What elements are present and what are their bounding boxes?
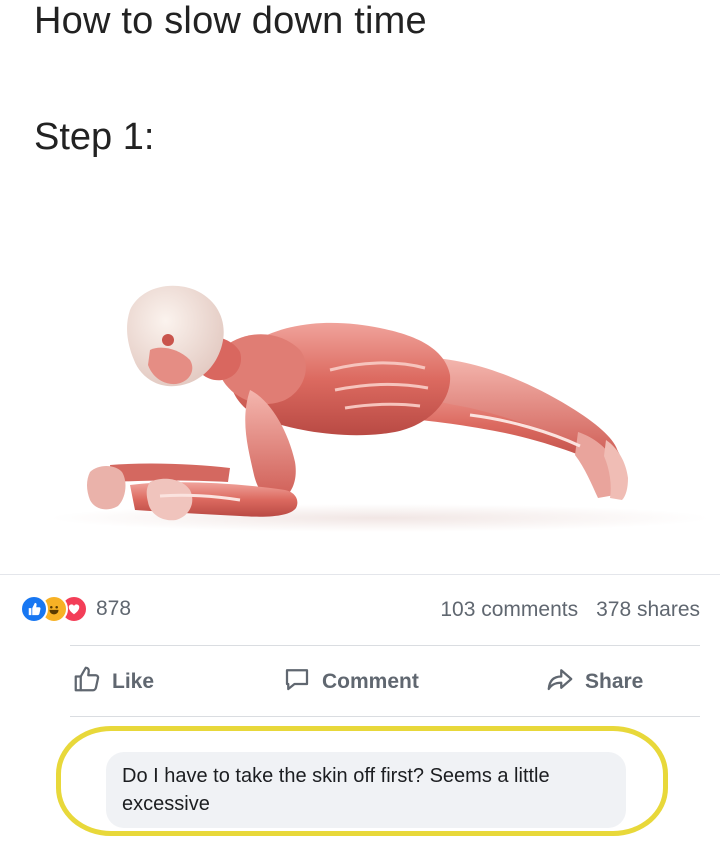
post-actions-bar: Like Comment Share [0,660,720,704]
comment-button[interactable]: Comment [282,664,419,700]
comments-count-link[interactable]: 103 comments [440,598,578,622]
comment-button-label: Comment [322,670,419,693]
like-button[interactable]: Like [72,664,154,700]
engagement-counts: 103 comments 378 shares [440,598,700,622]
like-button-label: Like [112,670,155,693]
shares-count-link[interactable]: 378 shares [596,598,700,622]
share-button[interactable]: Share [545,664,643,700]
meme-title: How to slow down time [34,0,427,42]
speech-bubble-icon [282,664,312,700]
reactions-summary[interactable]: 878 [20,595,132,623]
share-button-label: Share [585,670,644,693]
like-reaction-icon [20,595,48,623]
actions-divider-top [70,645,700,646]
share-arrow-icon [545,664,575,700]
anatomy-plank-figure-image [50,285,710,532]
thumbs-up-icon [72,664,102,700]
post-divider-top [0,574,720,575]
actions-divider-bottom [70,716,700,717]
comment-bubble: Do I have to take the skin off first? Se… [106,752,626,828]
reaction-count: 878 [96,597,132,620]
meme-step-label: Step 1: [34,116,155,158]
comment-text: Do I have to take the skin off first? Se… [122,765,550,815]
